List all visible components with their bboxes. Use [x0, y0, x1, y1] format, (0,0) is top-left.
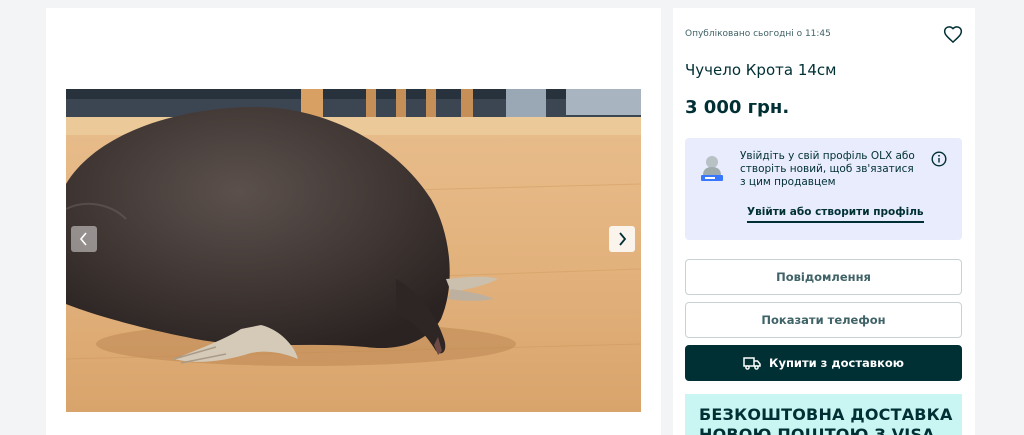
chevron-right-icon — [619, 232, 627, 246]
listing-title: Чучело Крота 14см — [685, 61, 837, 79]
published-date: Опубліковано сьогодні о 11:45 — [685, 29, 831, 39]
promo-line-1: БЕЗКОШТОВНА ДОСТАВКА — [699, 405, 953, 424]
message-button-label: Повідомлення — [776, 270, 871, 284]
login-prompt-text: Увійдіть у свій профіль OLX або створіть… — [740, 150, 915, 188]
delivery-truck-icon — [743, 357, 761, 370]
buy-with-delivery-label: Купити з доставкою — [769, 356, 904, 370]
listing-photo[interactable] — [66, 89, 641, 412]
promo-banner[interactable]: БЕЗКОШТОВНА ДОСТАВКА НОВОЮ ПОШТОЮ З VISA — [685, 394, 962, 435]
promo-text: БЕЗКОШТОВНА ДОСТАВКА НОВОЮ ПОШТОЮ З VISA — [699, 405, 953, 435]
info-icon[interactable] — [931, 151, 947, 167]
chevron-left-icon — [79, 232, 87, 246]
listing-price: 3 000 грн. — [685, 97, 790, 118]
message-button[interactable]: Повідомлення — [685, 259, 962, 295]
login-prompt: Увійдіть у свій профіль OLX або створіть… — [685, 138, 962, 240]
show-phone-button-label: Показати телефон — [761, 313, 886, 327]
gallery-prev-button[interactable] — [71, 226, 97, 252]
show-phone-button[interactable]: Показати телефон — [685, 302, 962, 338]
heart-icon[interactable] — [943, 25, 963, 45]
gallery-next-button[interactable] — [609, 226, 635, 252]
promo-line-2: НОВОЮ ПОШТОЮ З VISA — [699, 425, 935, 435]
profile-illustration-icon — [701, 156, 723, 181]
photo-gallery — [46, 8, 661, 435]
login-or-register-link[interactable]: Увійти або створити профіль — [747, 206, 924, 223]
buy-with-delivery-button[interactable]: Купити з доставкою — [685, 345, 962, 381]
listing-sidebar: Опубліковано сьогодні о 11:45 Чучело Кро… — [673, 8, 975, 435]
